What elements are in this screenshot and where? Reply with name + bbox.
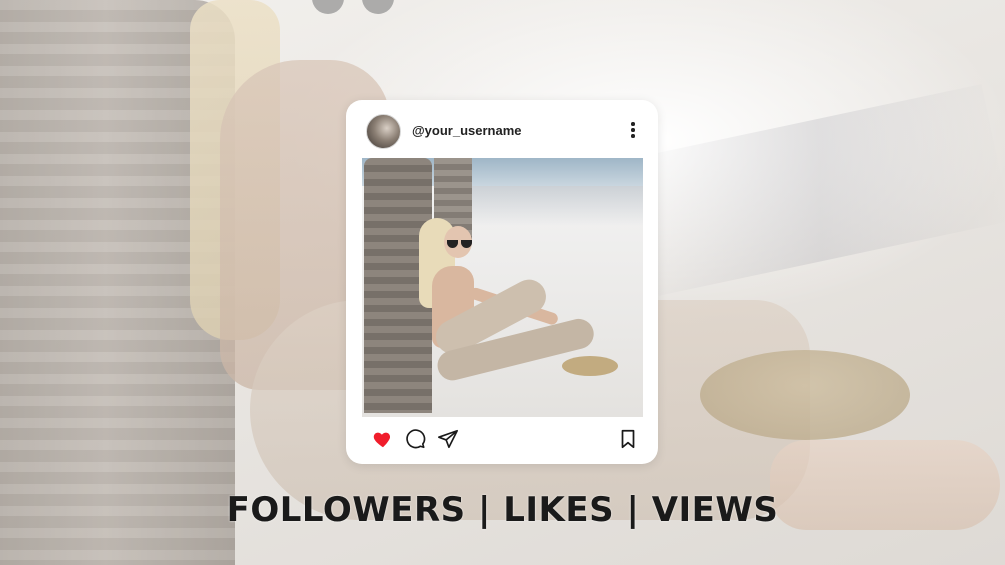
more-vertical-icon[interactable]: [628, 122, 638, 138]
post-image-shadow: [472, 186, 643, 226]
background-shadow: [629, 84, 1005, 296]
post-image-hat: [562, 356, 618, 376]
bookmark-icon[interactable]: [617, 428, 639, 450]
heart-icon[interactable]: [372, 428, 394, 450]
comment-icon[interactable]: [404, 428, 426, 450]
headline-caption: FOLLOWERS | LIKES | VIEWS: [226, 490, 779, 530]
post-image-sunglasses: [447, 240, 473, 248]
username[interactable]: @your_username: [412, 123, 522, 138]
post-actions: [346, 422, 658, 456]
post-card: @your_username: [346, 100, 658, 464]
post-image[interactable]: [362, 158, 643, 417]
post-header: @your_username: [346, 100, 658, 158]
background-hat: [700, 350, 910, 440]
send-icon[interactable]: [437, 428, 459, 450]
background-sunglasses: [312, 0, 396, 14]
avatar[interactable]: [366, 114, 401, 149]
